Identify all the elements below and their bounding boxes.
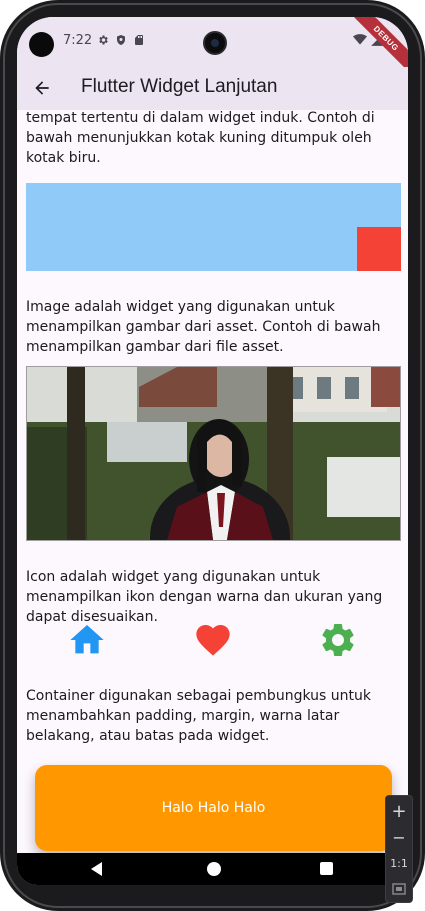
fit-screen-button[interactable] — [386, 876, 412, 902]
align-outer-box — [26, 183, 401, 271]
front-camera-icon — [29, 32, 54, 57]
device-frame: 7:22 DEBUG Flutter Widget Lanjutan tempa… — [0, 0, 425, 911]
system-nav-bar — [17, 853, 408, 885]
emulator-zoom-controls: + − 1:1 — [385, 795, 413, 903]
settings-icon — [316, 618, 360, 662]
app-bar: Flutter Widget Lanjutan — [17, 67, 408, 110]
arrow-back-icon — [35, 81, 49, 95]
punch-hole-camera-icon — [203, 31, 227, 55]
container-label: Halo Halo Halo — [161, 800, 266, 816]
icon-demo-row — [26, 618, 401, 662]
zoom-out-button[interactable]: − — [386, 824, 412, 850]
image-description: Image adalah widget yang digunakan untuk… — [26, 299, 381, 355]
settings-icon — [99, 35, 108, 45]
container-demo: Halo Halo Halo — [35, 765, 392, 851]
home-icon — [65, 618, 109, 662]
back-button[interactable] — [27, 73, 57, 103]
asset-image — [26, 366, 401, 541]
shield-icon — [117, 35, 125, 45]
sd-card-icon — [135, 35, 143, 45]
wifi-icon — [353, 34, 367, 45]
nav-recents-icon[interactable] — [320, 862, 333, 875]
status-left-icons — [97, 34, 145, 46]
fit-screen-icon — [392, 883, 406, 895]
status-time: 7:22 — [63, 33, 93, 48]
container-description: Container digunakan sebagai pembungkus u… — [26, 688, 371, 744]
favorite-icon — [191, 618, 235, 662]
page-title: Flutter Widget Lanjutan — [81, 76, 278, 97]
align-inner-box — [357, 227, 401, 271]
align-description: tempat tertentu di dalam widget induk. C… — [26, 110, 375, 166]
zoom-reset-button[interactable]: 1:1 — [386, 850, 412, 876]
zoom-in-button[interactable]: + — [386, 798, 412, 824]
device-screen: 7:22 DEBUG Flutter Widget Lanjutan tempa… — [17, 17, 408, 885]
scroll-content[interactable]: tempat tertentu di dalam widget induk. C… — [17, 110, 408, 853]
nav-back-icon[interactable] — [90, 862, 104, 876]
nav-home-icon[interactable] — [207, 862, 221, 876]
status-bar: 7:22 DEBUG — [17, 17, 408, 78]
